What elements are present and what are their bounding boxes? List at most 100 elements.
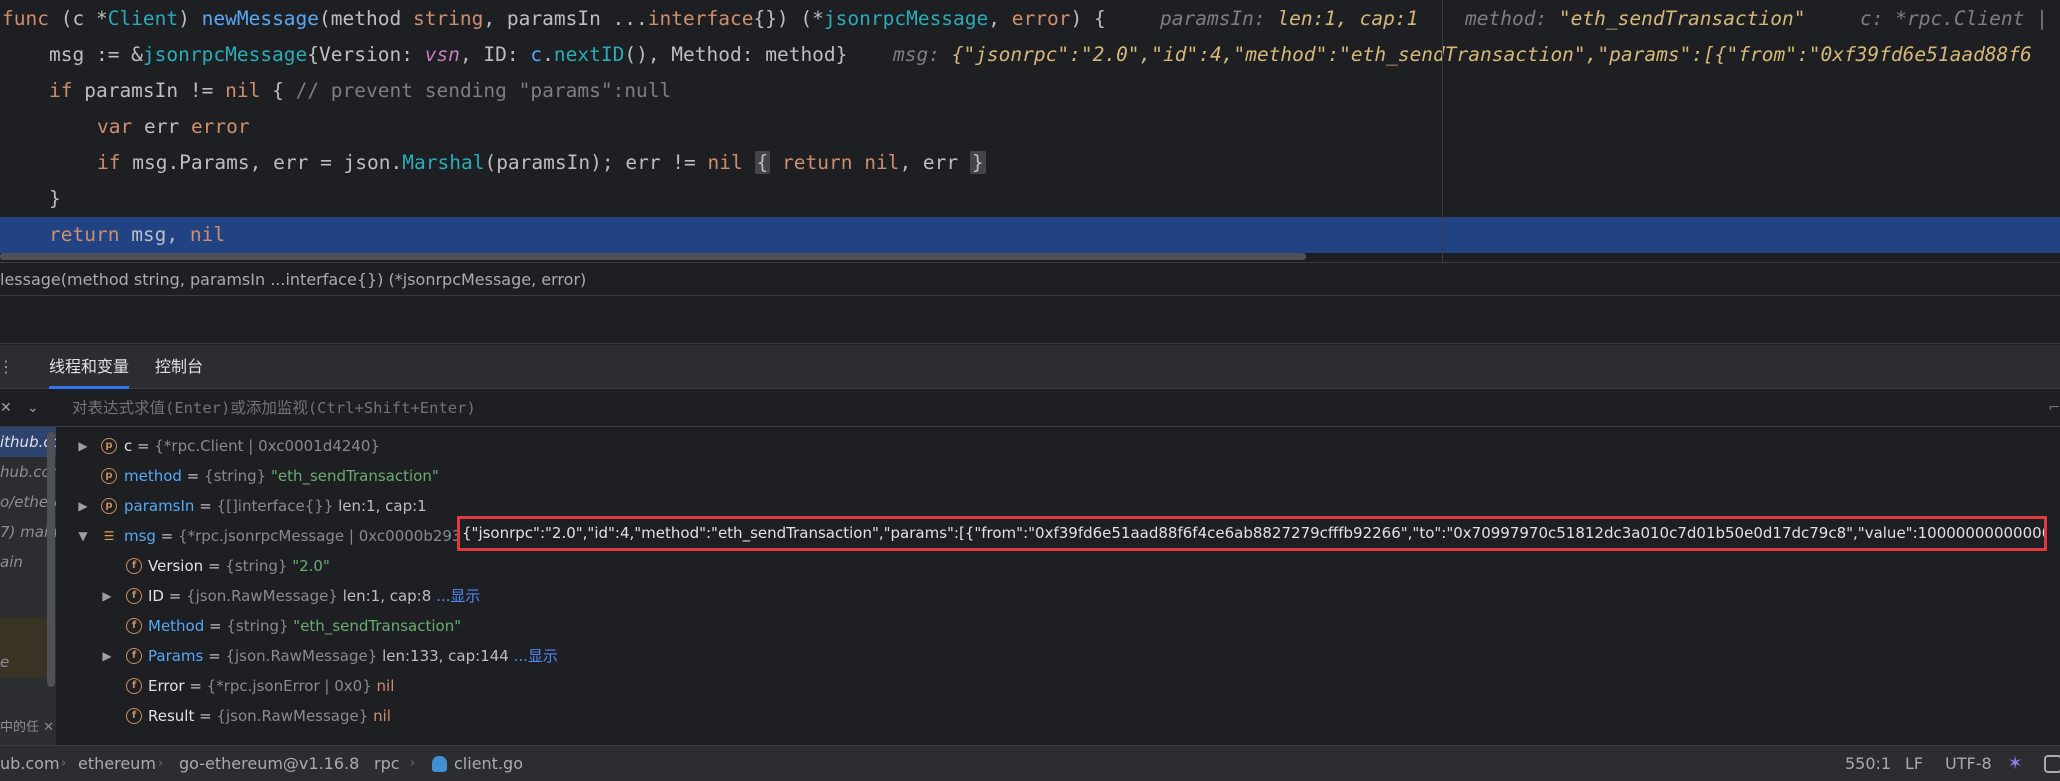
keyword: nil: [707, 151, 743, 174]
variable-name: Params: [148, 647, 204, 665]
variable-row-version[interactable]: f Version = {string} "2.0": [56, 551, 2046, 581]
code-token: }: [49, 187, 61, 210]
variable-name: msg: [124, 527, 156, 545]
path-segment[interactable]: ethereum: [78, 746, 156, 781]
show-more-link[interactable]: ...显示: [514, 647, 558, 665]
editor-divider: [1442, 0, 1443, 262]
msg-value-highlight[interactable]: {"jsonrpc":"2.0","id":4,"method":"eth_se…: [457, 516, 2047, 551]
path-segment[interactable]: ub.com: [0, 746, 60, 781]
keyword: var: [97, 115, 133, 138]
type-name: jsonrpcMessage: [142, 43, 308, 66]
evaluate-expression-input[interactable]: [72, 396, 1972, 420]
code-line-2[interactable]: msg := &jsonrpcMessage{Version: vsn, ID:…: [49, 37, 847, 73]
code-token: , paramsIn ...: [483, 7, 648, 30]
code-token: (), Method: method}: [624, 43, 848, 66]
chevron-right-icon[interactable]: ▶: [76, 491, 90, 521]
variable-name: method: [124, 467, 182, 485]
code-token: {: [260, 79, 296, 102]
variable-name: Error: [148, 677, 185, 695]
folded-brace[interactable]: }: [969, 151, 986, 174]
variable-value: len:1, cap:1: [338, 497, 427, 515]
variable-value: "eth_sendTransaction": [293, 617, 462, 635]
code-line-4[interactable]: var err error: [97, 109, 250, 145]
hint-value: len:1, cap:1: [1277, 7, 1419, 30]
variable-type: {json.RawMessage}: [216, 707, 374, 725]
code-token: err: [132, 115, 191, 138]
close-icon[interactable]: ✕: [0, 389, 16, 427]
horizontal-scrollbar[interactable]: [0, 253, 1306, 260]
tab-threads-variables[interactable]: 线程和变量: [49, 345, 130, 389]
file-encoding[interactable]: UTF-8: [1945, 746, 1992, 781]
code-line-6[interactable]: }: [49, 181, 61, 217]
field-icon: f: [126, 678, 142, 694]
variable-type: {json.RawMessage}: [225, 647, 383, 665]
keyword: string: [412, 7, 484, 30]
frames-filter-chip[interactable]: 中的任 ✕: [0, 715, 54, 741]
chevron-right-icon[interactable]: ▶: [100, 581, 114, 611]
tab-console[interactable]: 控制台: [155, 345, 203, 389]
code-editor[interactable]: func (c *Client) newMessage(method strin…: [0, 0, 2060, 262]
filter-chip-label: 中的任 ✕: [0, 720, 55, 735]
chevron-right-icon[interactable]: ▶: [100, 641, 114, 671]
caret-position[interactable]: 550:1: [1845, 746, 1891, 781]
panel-spacer: [0, 296, 2060, 344]
code-token: ,: [988, 7, 1012, 30]
keyword: nil: [225, 79, 261, 102]
show-more-link[interactable]: ...显示: [436, 587, 480, 605]
path-separator-icon: ›: [410, 756, 416, 771]
variable-value: len:133, cap:144: [382, 647, 514, 665]
code-line-1[interactable]: func (c *Client) newMessage(method strin…: [2, 1, 1106, 37]
path-segment[interactable]: rpc: [374, 746, 400, 781]
variable-row-c[interactable]: ▶ p c = {*rpc.Client | 0xc0001d4240}: [56, 431, 2046, 461]
equals-sign: =: [155, 527, 179, 545]
code-line-7-current[interactable]: return msg, nil: [0, 217, 2060, 253]
variable-row-result[interactable]: f Result = {json.RawMessage} nil: [56, 701, 2046, 731]
function-breadcrumb[interactable]: lessage(method string, paramsIn ...inter…: [0, 262, 2060, 296]
hint-value: "eth_sendTransaction": [1558, 7, 1806, 30]
chevron-right-icon[interactable]: ▶: [76, 431, 90, 461]
code-token: c: [530, 43, 543, 66]
field-icon: f: [126, 648, 142, 664]
stack-frames-list[interactable]: ithub.co hub.com o/ethere 7) main ain e …: [0, 427, 56, 745]
variable-name: paramsIn: [124, 497, 195, 515]
code-line-3[interactable]: if paramsIn != nil { // prevent sending …: [49, 73, 671, 109]
hint-name: msg:: [893, 43, 952, 66]
equals-sign: =: [194, 497, 217, 515]
ai-assistant-icon[interactable]: ✶: [2005, 754, 2025, 774]
function-signature: lessage(method string, paramsIn ...inter…: [0, 270, 587, 289]
frames-scrollbar[interactable]: [47, 432, 55, 687]
chevron-down-icon[interactable]: ⌄: [27, 389, 39, 427]
parameter-icon: p: [101, 498, 117, 514]
variable-type: {json.RawMessage}: [186, 587, 343, 605]
variables-tree[interactable]: ▶ p c = {*rpc.Client | 0xc0001d4240} p m…: [56, 427, 2060, 745]
chevron-down-icon[interactable]: ▼: [76, 521, 90, 551]
variable-type: {*rpc.jsonrpcMessage | 0xc0000b2930}: [178, 527, 481, 545]
variable-row-method-field[interactable]: f Method = {string} "eth_sendTransaction…: [56, 611, 2046, 641]
variable-row-params[interactable]: ▶ f Params = {json.RawMessage} len:133, …: [56, 641, 2046, 671]
expand-icon[interactable]: ⌐: [2048, 389, 2060, 427]
code-comment: // prevent sending "params":null: [295, 79, 672, 102]
variable-type: {[]interface{}}: [216, 497, 339, 515]
path-segment[interactable]: go-ethereum@v1.16.8: [179, 746, 359, 781]
variable-type: {*rpc.jsonError | 0x0}: [206, 677, 377, 695]
variable-row-id[interactable]: ▶ f ID = {json.RawMessage} len:1, cap:8 …: [56, 581, 2046, 611]
variable-name: ID: [148, 587, 164, 605]
notifications-icon[interactable]: [2044, 755, 2060, 773]
hint-name: paramsIn:: [1160, 7, 1278, 30]
more-menu-icon[interactable]: ⋮: [0, 345, 14, 389]
code-token: (paramsIn); err !=: [484, 151, 708, 174]
equals-sign: =: [163, 587, 187, 605]
variable-type: {*rpc.Client | 0xc0001d4240}: [154, 437, 380, 455]
keyword: nil: [864, 151, 900, 174]
code-token: {Version:: [307, 43, 425, 66]
code-line-5[interactable]: if msg.Params, err = json.Marshal(params…: [97, 145, 986, 181]
keyword: return: [49, 223, 120, 246]
variable-row-error[interactable]: f Error = {*rpc.jsonError | 0x0} nil: [56, 671, 2046, 701]
variable-row-method[interactable]: p method = {string} "eth_sendTransaction…: [56, 461, 2046, 491]
path-separator-icon: ›: [61, 756, 67, 771]
field-icon: f: [126, 618, 142, 634]
folded-brace[interactable]: {: [754, 151, 771, 174]
line-ending[interactable]: LF: [1905, 746, 1923, 781]
path-file[interactable]: client.go: [454, 746, 523, 781]
keyword: if: [49, 79, 73, 102]
